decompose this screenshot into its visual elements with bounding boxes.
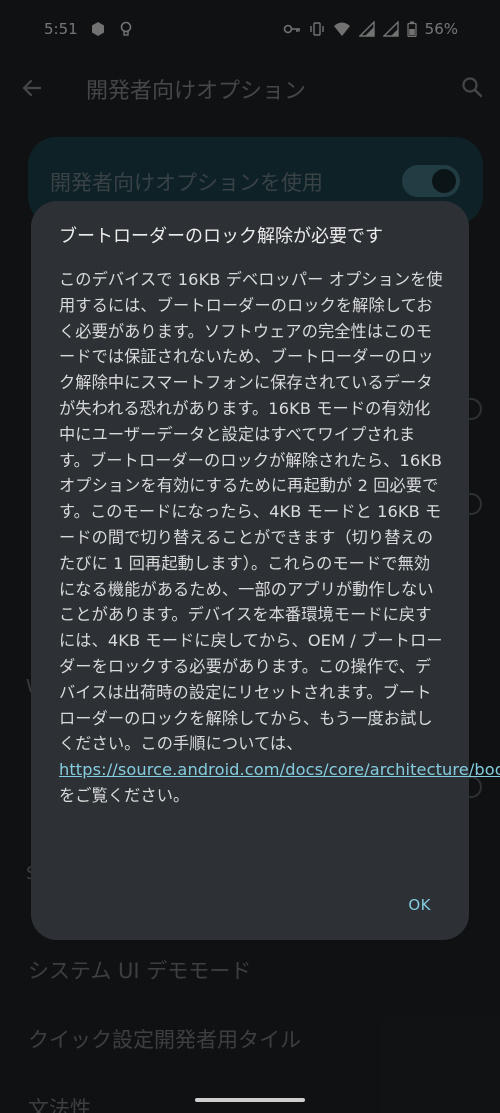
dialog-title: ブートローダーのロック解除が必要です — [59, 226, 383, 247]
gesture-nav-handle[interactable] — [195, 1098, 305, 1102]
dialog-body-suffix: をご覧ください。 — [59, 785, 190, 805]
locking-unlocking-doc-link[interactable]: https://source.android.com/docs/core/arc… — [59, 760, 500, 779]
dialog-body-text: このデバイスで 16KB デベロッパー オプションを使用するには、ブートローダー… — [59, 270, 443, 754]
dialog-body: このデバイスで 16KB デベロッパー オプションを使用するには、ブートローダー… — [59, 267, 500, 809]
screen: 5:51 56% 開発者向けオプション 開発者向けオプションを使用 システム U… — [0, 0, 500, 1113]
bootloader-unlock-dialog: ブートローダーのロック解除が必要です このデバイスで 16KB デベロッパー オ… — [31, 201, 500, 940]
ok-button[interactable]: OK — [408, 896, 431, 914]
